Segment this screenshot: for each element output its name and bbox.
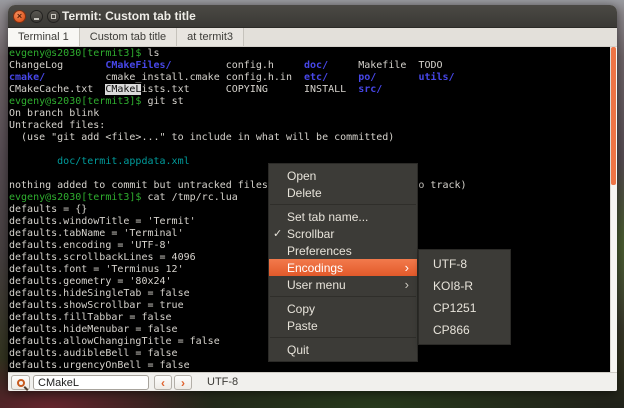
desktop-wallpaper: × Termit: Custom tab title Terminal 1Cus…: [0, 0, 624, 408]
terminal-line: evgeny@s2030[termit3]$ ls: [9, 48, 617, 60]
menu-item-label: Delete: [287, 186, 322, 200]
minimize-icon: [34, 18, 39, 20]
menu-item-user-menu[interactable]: User menu ›: [269, 276, 417, 293]
encoding-label: UTF-8: [207, 376, 238, 388]
close-icon: ×: [14, 11, 25, 22]
menu-item-open[interactable]: Open: [269, 167, 417, 184]
search-input[interactable]: [33, 375, 149, 390]
menu-item-quit[interactable]: Quit: [269, 341, 417, 358]
submenu-item-cp866[interactable]: CP866: [419, 319, 510, 341]
menu-item-label: Copy: [287, 302, 315, 316]
search-icon: [17, 379, 25, 387]
menu-separator: [270, 337, 416, 338]
find-prev-button[interactable]: ‹: [154, 375, 172, 390]
menu-item-copy[interactable]: Copy: [269, 300, 417, 317]
menu-item-label: Scrollbar: [287, 227, 334, 241]
search-button[interactable]: [11, 375, 30, 390]
terminal-line: ChangeLog CMakeFiles/ config.h doc/ Make…: [9, 60, 617, 72]
window-title: Termit: Custom tab title: [62, 5, 196, 27]
context-menu: Open Delete Set tab name... ✓ Scrollbar Prefe…: [268, 163, 418, 362]
terminal-line: CMakeCache.txt CMakeLists.txt COPYING IN…: [9, 84, 617, 96]
check-icon: ✓: [273, 227, 282, 240]
terminal-line: [9, 144, 617, 156]
menu-item-encodings[interactable]: Encodings ›: [269, 259, 417, 276]
menu-item-paste[interactable]: Paste: [269, 317, 417, 334]
maximize-icon: [51, 14, 56, 19]
terminal-line: On branch blink: [9, 108, 617, 120]
menu-item-set-tab-name[interactable]: Set tab name...: [269, 208, 417, 225]
terminal-line: (use "git add <file>..." to include in w…: [9, 132, 617, 144]
terminal-line: Untracked files:: [9, 120, 617, 132]
status-bar: ‹ › UTF-8: [8, 372, 617, 391]
submenu-item-cp1251[interactable]: CP1251: [419, 297, 510, 319]
titlebar[interactable]: × Termit: Custom tab title: [8, 5, 617, 28]
menu-item-scrollbar[interactable]: ✓ Scrollbar: [269, 225, 417, 242]
terminal-line: evgeny@s2030[termit3]$ git st: [9, 96, 617, 108]
menu-item-delete[interactable]: Delete: [269, 184, 417, 201]
submenu-item-utf-8[interactable]: UTF-8: [419, 253, 510, 275]
menu-separator: [270, 296, 416, 297]
tab-at-termit3[interactable]: at termit3: [177, 28, 244, 46]
menu-item-label: Quit: [287, 343, 309, 357]
menu-separator: [270, 204, 416, 205]
termit-window: × Termit: Custom tab title Terminal 1Cus…: [8, 5, 617, 391]
submenu-arrow-icon: ›: [405, 260, 409, 275]
terminal-line: cmake/ cmake_install.cmake config.h.in e…: [9, 72, 617, 84]
tab-custom-tab-title[interactable]: Custom tab title: [80, 28, 177, 46]
minimize-button[interactable]: [30, 10, 43, 23]
find-next-button[interactable]: ›: [174, 375, 192, 390]
tab-terminal-1[interactable]: Terminal 1: [8, 28, 80, 46]
menu-item-label: User menu: [287, 278, 346, 292]
encodings-submenu: UTF-8KOI8-RCP1251CP866: [418, 249, 511, 345]
submenu-arrow-icon: ›: [405, 277, 409, 292]
maximize-button[interactable]: [47, 10, 60, 23]
close-button[interactable]: ×: [13, 10, 26, 23]
menu-item-label: Encodings: [287, 261, 343, 275]
submenu-item-koi8-r[interactable]: KOI8-R: [419, 275, 510, 297]
menu-item-label: Set tab name...: [287, 210, 368, 224]
menu-item-label: Open: [287, 169, 316, 183]
scrollbar-thumb[interactable]: [611, 47, 616, 185]
menu-item-preferences[interactable]: Preferences: [269, 242, 417, 259]
menu-item-label: Preferences: [287, 244, 352, 258]
tab-bar: Terminal 1Custom tab titleat termit3: [8, 28, 617, 47]
scrollbar-track[interactable]: [610, 47, 617, 372]
menu-item-label: Paste: [287, 319, 318, 333]
